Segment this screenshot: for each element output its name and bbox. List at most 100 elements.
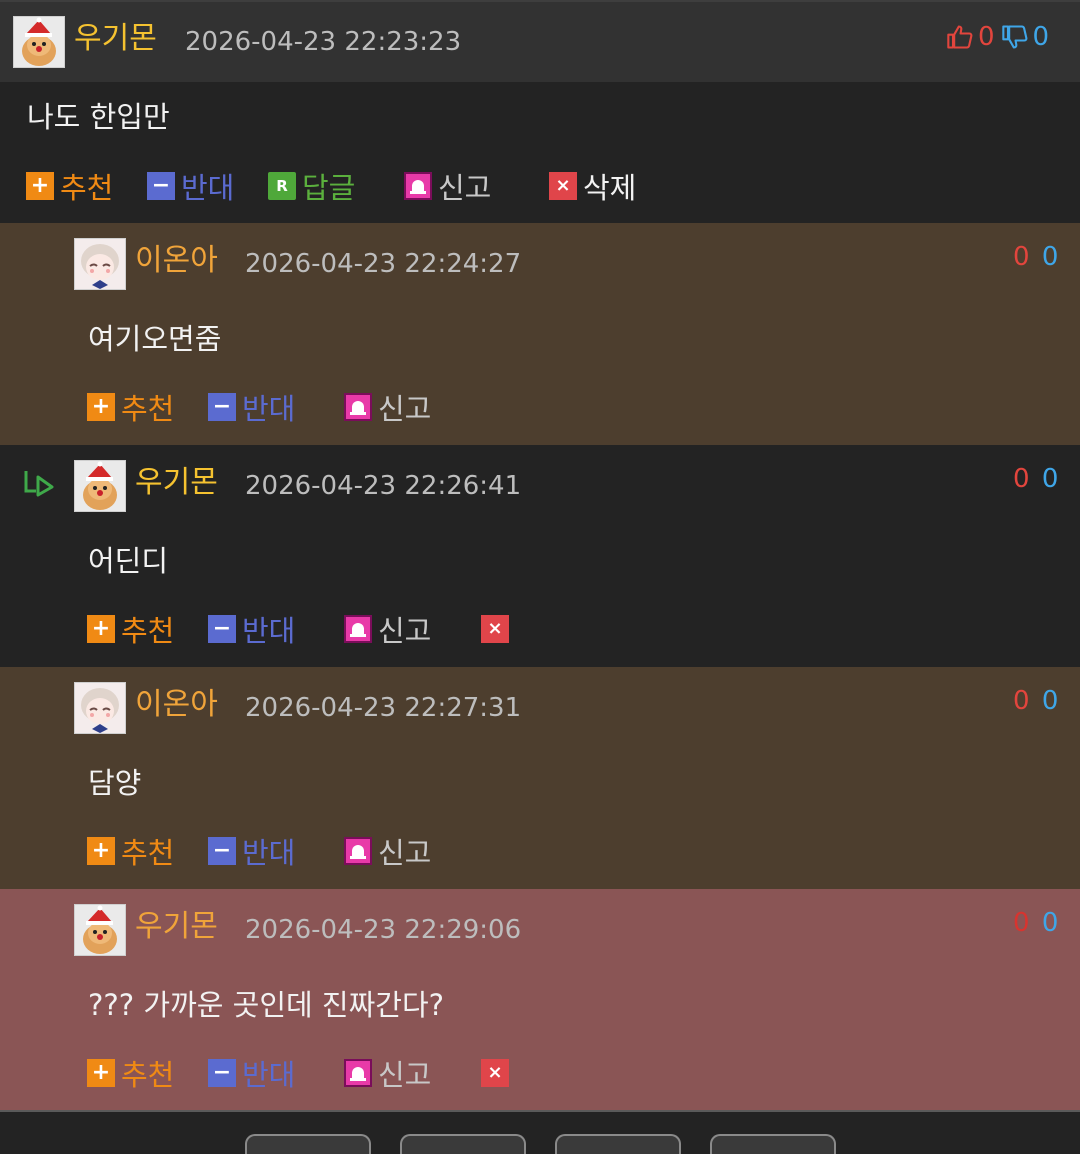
- siren-icon: [344, 837, 372, 865]
- up-count[interactable]: 0: [1013, 464, 1030, 494]
- vote-counts: 0 0: [1013, 241, 1058, 273]
- oppose-button[interactable]: − 반대: [208, 1056, 295, 1092]
- post-timestamp: 2026-04-23 22:23:23: [185, 27, 462, 57]
- oppose-button[interactable]: − 반대: [208, 834, 295, 870]
- oppose-label: 반대: [242, 392, 296, 426]
- plus-icon: +: [87, 1059, 115, 1087]
- report-button[interactable]: 신고: [344, 390, 431, 426]
- minus-icon: −: [208, 1059, 236, 1087]
- oppose-button[interactable]: − 반대: [208, 612, 295, 648]
- up-count[interactable]: 0: [1013, 908, 1030, 938]
- thumbs-down-icon[interactable]: [1001, 23, 1029, 51]
- reply-label: 답글: [302, 171, 356, 205]
- reply-button[interactable]: R 답글: [268, 169, 355, 205]
- down-count[interactable]: 0: [1042, 908, 1059, 938]
- vote-counts: 0 0: [1013, 463, 1058, 495]
- minus-icon: −: [208, 393, 236, 421]
- bottom-button-3[interactable]: [555, 1134, 681, 1154]
- delete-icon: ×: [481, 615, 509, 643]
- bottom-button-bar: [0, 1110, 1080, 1154]
- report-button[interactable]: 신고: [344, 612, 431, 648]
- comment-item: 이온아 2026-04-23 22:24:27 0 0 여기오면줌 + 추천 −…: [0, 223, 1080, 445]
- delete-button[interactable]: × 삭제: [549, 169, 636, 205]
- report-button[interactable]: 신고: [404, 169, 491, 205]
- delete-icon: ×: [549, 172, 577, 200]
- oppose-button[interactable]: − 반대: [208, 390, 295, 426]
- down-count[interactable]: 0: [1042, 242, 1059, 272]
- recommend-button[interactable]: + 추천: [87, 390, 174, 426]
- author-name[interactable]: 우기몬: [135, 465, 218, 501]
- delete-button[interactable]: ×: [481, 1056, 515, 1090]
- siren-icon: [344, 615, 372, 643]
- recommend-label: 추천: [121, 1058, 175, 1092]
- author-name[interactable]: 우기몬: [74, 21, 157, 57]
- report-label: 신고: [378, 1058, 432, 1092]
- plus-icon: +: [87, 393, 115, 421]
- report-label: 신고: [438, 171, 492, 205]
- down-count[interactable]: 0: [1042, 464, 1059, 494]
- report-label: 신고: [378, 392, 432, 426]
- delete-button[interactable]: ×: [481, 612, 515, 646]
- oppose-label: 반대: [242, 836, 296, 870]
- plus-icon: +: [87, 837, 115, 865]
- avatar[interactable]: [74, 238, 126, 290]
- plus-icon: +: [26, 172, 54, 200]
- comment-content: 어딘디: [88, 544, 169, 578]
- avatar[interactable]: [74, 904, 126, 956]
- author-name[interactable]: 이온아: [135, 687, 218, 723]
- down-count[interactable]: 0: [1042, 686, 1059, 716]
- post-content: 나도 한입만: [27, 100, 170, 134]
- siren-icon: [344, 393, 372, 421]
- oppose-button[interactable]: − 반대: [147, 169, 234, 205]
- siren-icon: [404, 172, 432, 200]
- down-count: 0: [1032, 22, 1050, 52]
- author-name[interactable]: 이온아: [135, 243, 218, 279]
- vote-counts: 0 0: [1013, 907, 1058, 939]
- recommend-label: 추천: [60, 171, 114, 205]
- vote-counts: 0 0: [1013, 685, 1058, 717]
- avatar[interactable]: [74, 460, 126, 512]
- recommend-button[interactable]: + 추천: [26, 169, 113, 205]
- comment-content: 여기오면줌: [88, 322, 222, 356]
- comment-timestamp: 2026-04-23 22:26:41: [245, 471, 522, 501]
- minus-icon: −: [147, 172, 175, 200]
- comment-timestamp: 2026-04-23 22:24:27: [245, 249, 522, 279]
- recommend-label: 추천: [121, 836, 175, 870]
- siren-icon: [344, 1059, 372, 1087]
- avatar[interactable]: [74, 682, 126, 734]
- vote-counts: 0 0: [946, 21, 1049, 53]
- comment-content: ??? 가까운 곳인데 진짜간다?: [88, 988, 445, 1022]
- reply-icon: R: [268, 172, 296, 200]
- post-header: 우기몬 2026-04-23 22:23:23 0 0: [0, 0, 1080, 82]
- minus-icon: −: [208, 615, 236, 643]
- reply-arrow-icon: [22, 467, 58, 503]
- up-count[interactable]: 0: [1013, 242, 1030, 272]
- comment-item: 우기몬 2026-04-23 22:26:41 0 0 어딘디 + 추천 − 반…: [0, 445, 1080, 667]
- author-name[interactable]: 우기몬: [135, 909, 218, 945]
- post-body: 나도 한입만 + 추천 − 반대 R 답글 신고 × 삭제: [0, 82, 1080, 223]
- report-label: 신고: [378, 836, 432, 870]
- comment-content: 담양: [88, 766, 142, 800]
- thumbs-up-icon[interactable]: [946, 23, 974, 51]
- comment-timestamp: 2026-04-23 22:29:06: [245, 915, 522, 945]
- bottom-button-1[interactable]: [245, 1134, 371, 1154]
- recommend-button[interactable]: + 추천: [87, 834, 174, 870]
- report-label: 신고: [378, 614, 432, 648]
- minus-icon: −: [208, 837, 236, 865]
- report-button[interactable]: 신고: [344, 1056, 431, 1092]
- bottom-button-2[interactable]: [400, 1134, 526, 1154]
- oppose-label: 반대: [242, 1058, 296, 1092]
- report-button[interactable]: 신고: [344, 834, 431, 870]
- bottom-button-4[interactable]: [710, 1134, 836, 1154]
- comment-timestamp: 2026-04-23 22:27:31: [245, 693, 522, 723]
- up-count[interactable]: 0: [1013, 686, 1030, 716]
- plus-icon: +: [87, 615, 115, 643]
- delete-label: 삭제: [583, 171, 637, 205]
- comment-item: 이온아 2026-04-23 22:27:31 0 0 담양 + 추천 − 반대…: [0, 667, 1080, 889]
- oppose-label: 반대: [242, 614, 296, 648]
- avatar[interactable]: [13, 16, 65, 68]
- oppose-label: 반대: [181, 171, 235, 205]
- recommend-button[interactable]: + 추천: [87, 612, 174, 648]
- recommend-button[interactable]: + 추천: [87, 1056, 174, 1092]
- comment-item: 우기몬 2026-04-23 22:29:06 0 0 ??? 가까운 곳인데 …: [0, 889, 1080, 1110]
